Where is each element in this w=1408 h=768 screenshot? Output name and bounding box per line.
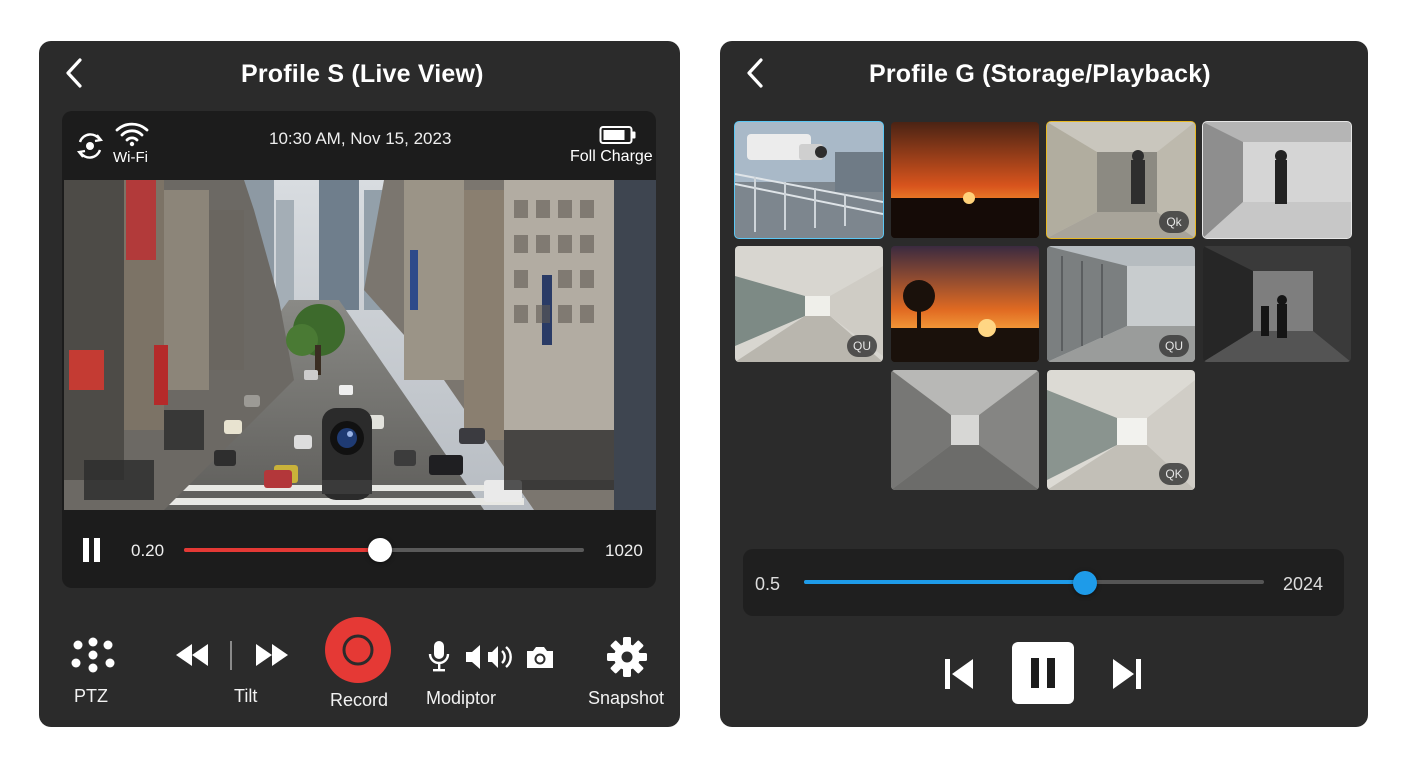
pause-icon <box>1031 658 1055 688</box>
current-time: 0.20 <box>131 541 165 560</box>
thumbnail-corridor-person[interactable]: Qk <box>1046 121 1196 239</box>
thumbnail-dark-corridor-people[interactable] <box>1203 246 1351 362</box>
chevron-left-icon <box>66 58 82 88</box>
total-time: 1020 <box>605 541 643 560</box>
ptz-rotate-icon[interactable] <box>74 130 106 162</box>
thumbnail-sunset[interactable] <box>891 122 1039 238</box>
thumbnail-corridor-person-bw[interactable] <box>1202 121 1352 239</box>
thumbnail-badge: QU <box>847 335 877 357</box>
pause-icon[interactable] <box>81 537 103 563</box>
skip-next-icon[interactable] <box>1110 656 1144 692</box>
rewind-fastforward-icon <box>176 641 288 670</box>
thumbnail-badge: QU <box>1159 335 1189 357</box>
chevron-left-icon <box>747 58 763 88</box>
tilt-control[interactable]: Tilt <box>174 636 290 722</box>
speaker-icon[interactable] <box>464 642 516 672</box>
snapshot-label: Snapshot <box>588 688 665 708</box>
monitor-controls[interactable]: Modiptor <box>426 636 560 722</box>
skip-previous-icon[interactable] <box>942 656 976 692</box>
timeline-start-label: 0.5 <box>755 574 781 594</box>
play-pause-button[interactable] <box>1012 642 1074 704</box>
dots-grid-icon <box>71 637 115 673</box>
camera-icon[interactable] <box>524 644 556 670</box>
back-button-live[interactable] <box>62 56 88 90</box>
ptz-button[interactable]: PTZ <box>66 632 120 722</box>
record-label: Record <box>330 690 389 710</box>
thumbnail-rooftop-camera[interactable] <box>734 121 884 239</box>
datetime-text: 10:30 AM, Nov 15, 2023 <box>269 129 452 148</box>
timeline-progress <box>804 580 1085 584</box>
playback-title: Profile G (Storage/Playback) <box>869 60 1211 88</box>
record-icon <box>325 617 391 683</box>
record-button[interactable]: Record <box>324 616 394 716</box>
timeline-end-label: 2024 <box>1283 574 1324 594</box>
live-view-title: Profile S (Live View) <box>241 60 484 88</box>
tilt-label: Tilt <box>234 686 258 706</box>
back-button-playback[interactable] <box>743 56 769 90</box>
snapshot-button[interactable]: Snapshot <box>588 636 668 722</box>
thumbnail-building-walkway[interactable]: QU <box>1047 246 1195 362</box>
monitor-label: Modiptor <box>426 688 497 708</box>
wifi-label: Wi-Fi <box>113 149 148 166</box>
thumbnail-office-hallway[interactable]: QU <box>735 246 883 362</box>
city-street-image <box>64 180 656 510</box>
timeline-thumb[interactable] <box>1072 571 1097 595</box>
ptz-label: PTZ <box>74 686 108 706</box>
thumbnail-tree-sunset[interactable] <box>891 246 1039 362</box>
battery-label: Foll Charge <box>570 148 653 165</box>
microphone-icon[interactable] <box>428 640 450 674</box>
seek-thumb[interactable] <box>368 538 392 562</box>
thumbnail-long-corridor[interactable] <box>891 370 1039 490</box>
thumbnail-bright-hallway[interactable]: QK <box>1047 370 1195 490</box>
wifi-icon <box>115 122 149 147</box>
live-video-feed[interactable] <box>64 180 656 510</box>
thumbnail-badge: Qk <box>1159 211 1189 233</box>
seek-progress <box>184 548 380 552</box>
battery-icon <box>599 126 636 144</box>
gear-icon <box>607 637 647 677</box>
thumbnail-badge: QK <box>1159 463 1189 485</box>
